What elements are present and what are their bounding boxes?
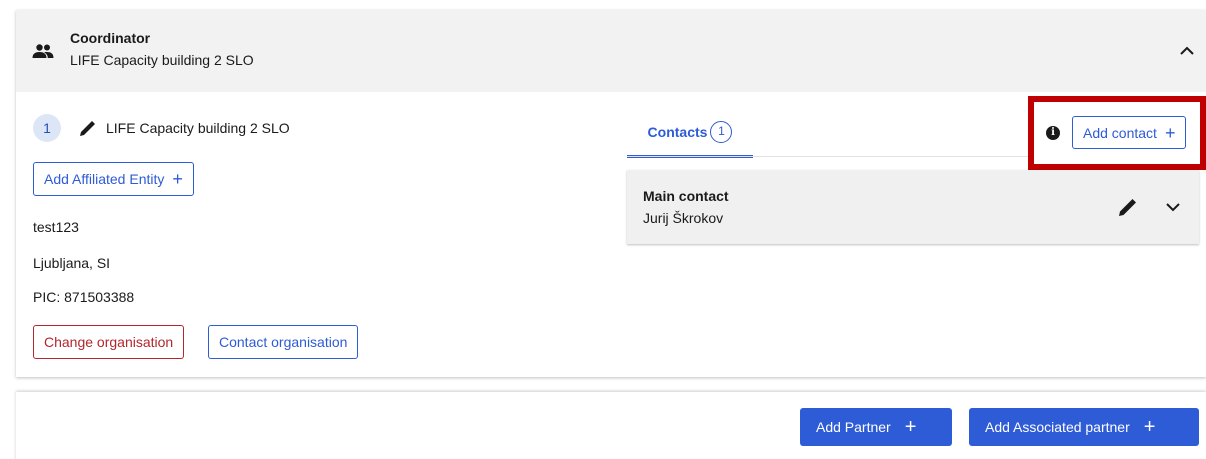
add-partner-label: Add Partner <box>816 419 891 435</box>
coordinator-header[interactable]: Coordinator LIFE Capacity building 2 SLO <box>16 10 1206 92</box>
add-partner-button[interactable]: Add Partner + <box>800 408 952 446</box>
info-icon[interactable]: i <box>1046 126 1060 140</box>
entity-detail-code: test123 <box>33 219 79 235</box>
add-affiliated-entity-label: Add Affiliated Entity <box>44 171 165 187</box>
contact-organisation-button[interactable]: Contact organisation <box>208 325 359 359</box>
tab-contacts-label: Contacts <box>647 123 708 140</box>
tab-contacts-count: 1 <box>710 120 733 143</box>
add-affiliated-entity-button[interactable]: Add Affiliated Entity + <box>33 162 194 196</box>
edit-pencil-icon[interactable] <box>78 118 98 138</box>
entity-detail-pic: PIC: 871503388 <box>33 289 135 305</box>
edit-contact-pencil-icon[interactable] <box>1117 196 1139 218</box>
plus-icon: + <box>904 416 917 438</box>
contact-card-title: Main contact <box>643 188 729 204</box>
add-contact-button[interactable]: Add contact + <box>1072 116 1187 149</box>
chevron-up-icon[interactable] <box>1179 43 1195 59</box>
entity-number-badge: 1 <box>33 114 61 142</box>
coordinator-subtitle: LIFE Capacity building 2 SLO <box>70 52 254 68</box>
people-icon <box>32 44 54 58</box>
main-contact-card[interactable]: Main contact Jurij Škrokov <box>627 170 1199 244</box>
entity-detail-location: Ljubljana, SI <box>33 255 111 271</box>
plus-icon: + <box>1164 122 1176 143</box>
plus-icon: + <box>172 169 183 189</box>
add-associated-partner-button[interactable]: Add Associated partner + <box>969 408 1199 446</box>
entity-name: LIFE Capacity building 2 SLO <box>106 120 290 136</box>
add-contact-label: Add contact <box>1083 124 1157 141</box>
tab-contacts[interactable]: Contacts 1 <box>627 108 753 158</box>
plus-icon: + <box>1143 416 1156 438</box>
chevron-down-icon[interactable] <box>1165 199 1181 215</box>
coordinator-title: Coordinator <box>70 30 151 46</box>
change-organisation-button[interactable]: Change organisation <box>33 325 185 359</box>
contact-card-name: Jurij Škrokov <box>643 210 724 226</box>
add-associated-partner-label: Add Associated partner <box>985 419 1130 435</box>
coordinator-panel: Coordinator LIFE Capacity building 2 SLO… <box>16 10 1206 377</box>
